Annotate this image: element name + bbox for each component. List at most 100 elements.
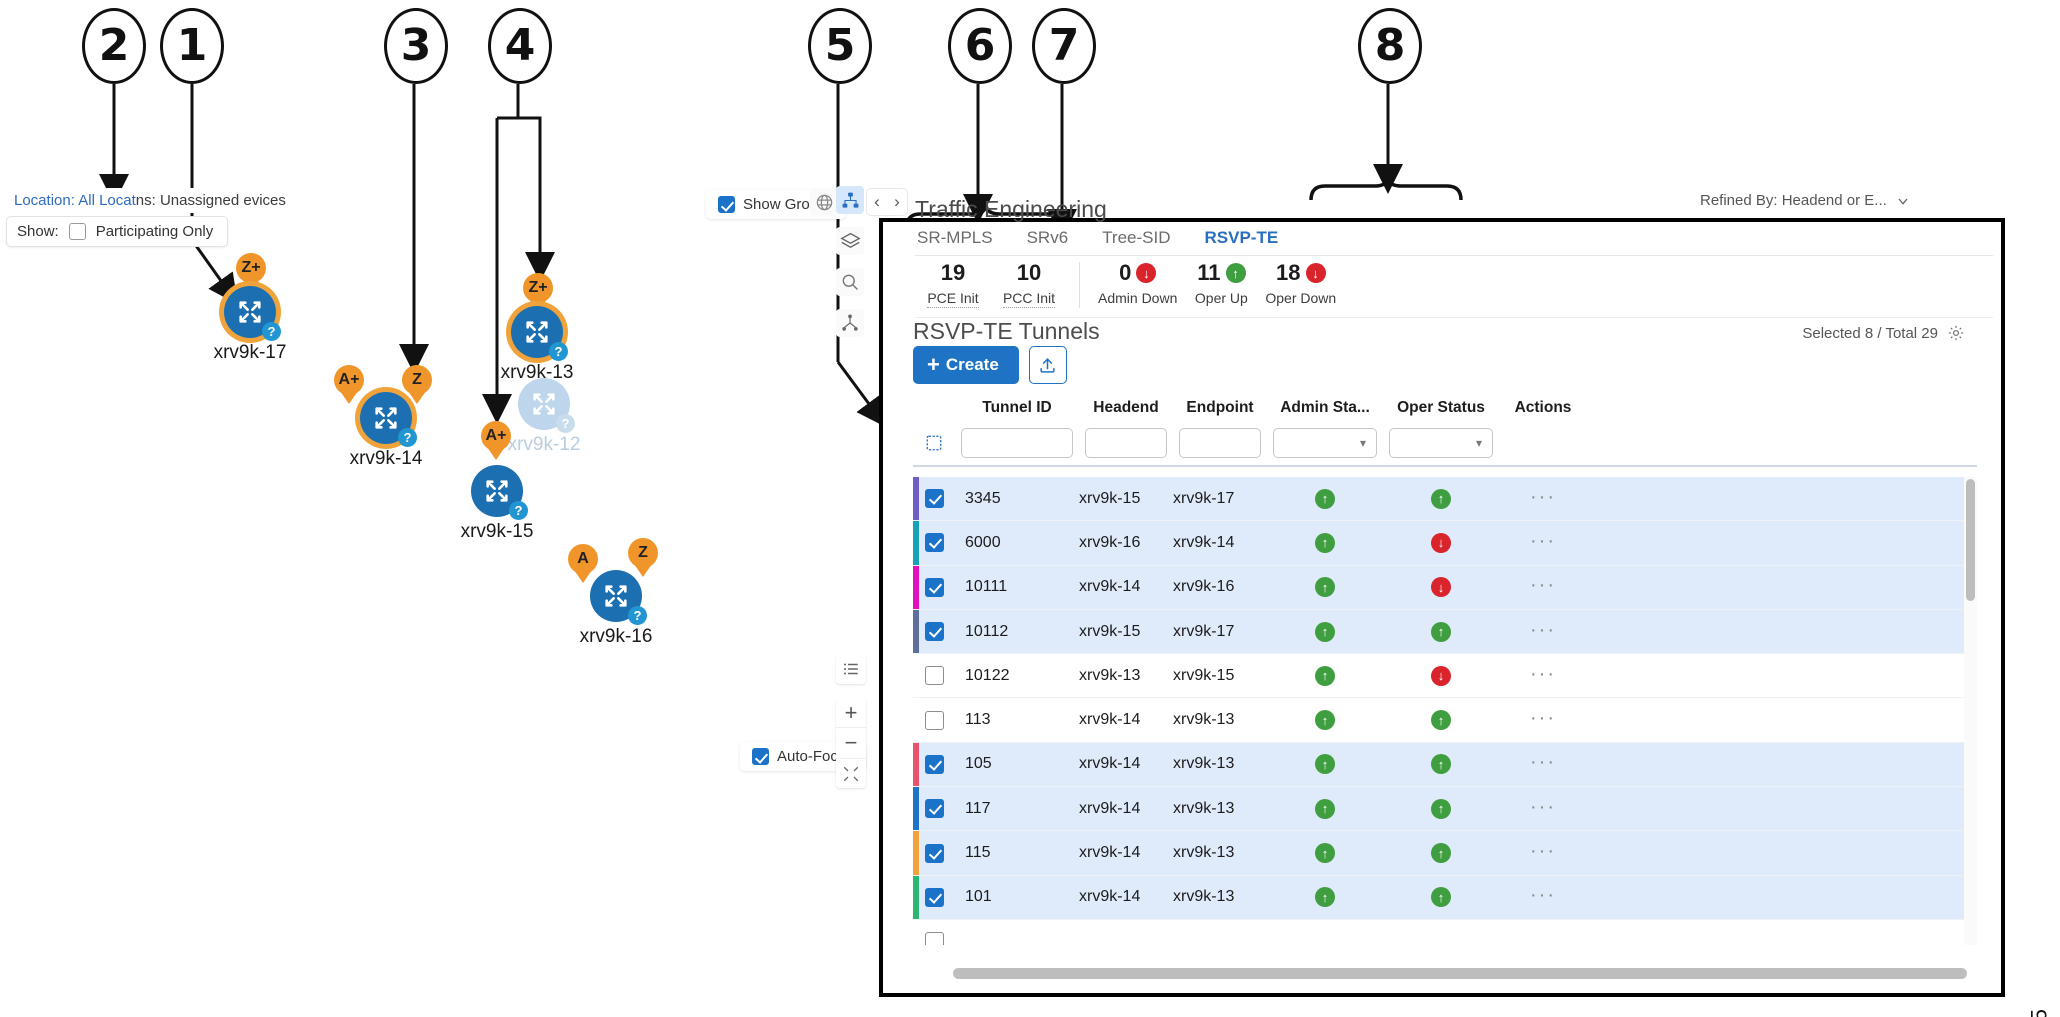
- topology-tree-icon[interactable]: [836, 186, 864, 214]
- node-icon[interactable]: ?: [511, 306, 568, 361]
- row-actions-button[interactable]: ···: [1530, 884, 1556, 906]
- row-checkbox[interactable]: [924, 489, 944, 509]
- row-actions-button[interactable]: ···: [1530, 530, 1556, 552]
- node-icon[interactable]: ?: [590, 570, 647, 625]
- row-checkbox[interactable]: [924, 622, 944, 642]
- node-xrv9k-16[interactable]: A Z ? xrv9k-16: [568, 538, 658, 647]
- topology-tool-rail: [836, 186, 864, 350]
- table-row[interactable]: 10112 xrv9k-15 xrv9k-17 ↑ ↑ ···: [913, 609, 1977, 655]
- export-button[interactable]: [1028, 346, 1067, 384]
- kpi-pce-init[interactable]: 19 PCE Init: [915, 260, 991, 308]
- row-checkbox[interactable]: [924, 843, 944, 863]
- arrow-up-icon: ↑: [1225, 263, 1246, 283]
- row-checkbox[interactable]: [924, 533, 944, 553]
- column-header-headend[interactable]: Headend: [1079, 399, 1173, 422]
- kpi-oper-down[interactable]: 18 ↓ Oper Down: [1259, 260, 1342, 308]
- kpi-admin-down[interactable]: 0 ↓ Admin Down: [1092, 260, 1183, 308]
- node-icon[interactable]: ?: [518, 378, 575, 433]
- pager-prev[interactable]: ‹: [867, 189, 887, 215]
- column-header-oper-status[interactable]: Oper Status: [1383, 399, 1499, 422]
- branch-icon[interactable]: [836, 309, 864, 337]
- fit-icon[interactable]: [836, 758, 866, 788]
- row-actions-button[interactable]: ···: [1530, 574, 1556, 596]
- kpi-oper-up[interactable]: 11 ↑ Oper Up: [1183, 260, 1259, 308]
- cell-tunnel-id: 10112: [965, 622, 1009, 640]
- node-icon[interactable]: ?: [471, 465, 528, 520]
- node-icon[interactable]: ?: [360, 392, 417, 447]
- column-header-tunnel-id[interactable]: Tunnel ID: [955, 399, 1079, 422]
- node-xrv9k-17[interactable]: Z+ ? xrv9k-17: [214, 253, 286, 363]
- table-row[interactable]: 3345 xrv9k-15 xrv9k-17 ↑ ↑ ···: [913, 477, 1977, 522]
- cell-tunnel-id: 117: [965, 799, 991, 817]
- table-row[interactable]: 115 xrv9k-14 xrv9k-13 ↑ ↑ ···: [913, 831, 1977, 876]
- search-icon[interactable]: [836, 268, 864, 296]
- table-row[interactable]: 10122 xrv9k-13 xrv9k-15 ↑ ↓ ···: [913, 654, 1977, 699]
- row-checkbox[interactable]: [924, 799, 944, 819]
- globe-icon[interactable]: [810, 188, 838, 216]
- location-bar[interactable]: Location: All Locatns: Unassigned evices: [6, 188, 294, 213]
- column-header-endpoint[interactable]: Endpoint: [1173, 399, 1267, 422]
- tab-sr-mpls[interactable]: SR-MPLS: [915, 228, 1027, 248]
- row-actions-button[interactable]: ···: [1530, 619, 1556, 641]
- node-xrv9k-14[interactable]: A+ Z ? xrv9k-14: [334, 365, 432, 469]
- table-row[interactable]: 6000 xrv9k-16 xrv9k-14 ↑ ↓ ···: [913, 521, 1977, 566]
- table-row[interactable]: 101 xrv9k-14 xrv9k-13 ↑ ↑ ···: [913, 875, 1977, 920]
- table-row[interactable]: 113 xrv9k-14 xrv9k-13 ↑ ↑ ···: [913, 698, 1977, 743]
- row-actions-button[interactable]: ···: [1530, 751, 1556, 773]
- row-checkbox[interactable]: [924, 754, 944, 774]
- show-groups-checkbox[interactable]: [718, 196, 735, 213]
- list-icon[interactable]: [836, 654, 866, 684]
- row-actions-button[interactable]: ···: [1530, 840, 1556, 862]
- vertical-scrollbar-thumb[interactable]: [1966, 479, 1975, 601]
- node-icon[interactable]: ?: [224, 286, 281, 341]
- row-checkbox[interactable]: [924, 577, 944, 597]
- tab-rsvp-te[interactable]: RSVP-TE: [1204, 228, 1312, 248]
- node-xrv9k-12[interactable]: ? xrv9k-12: [508, 378, 580, 455]
- cell-oper-status: ↑: [1383, 843, 1499, 864]
- horizontal-scrollbar-thumb[interactable]: [953, 968, 1967, 979]
- gear-icon[interactable]: [1947, 324, 1965, 342]
- table-row[interactable]: 105 xrv9k-14 xrv9k-13 ↑ ↑ ···: [913, 742, 1977, 788]
- filter-tunnel-id[interactable]: [961, 428, 1073, 458]
- tab-srv6[interactable]: SRv6: [1027, 228, 1103, 248]
- filter-headend[interactable]: [1085, 428, 1167, 458]
- arrow-up-icon: ↑: [1315, 710, 1335, 731]
- pager-next[interactable]: ›: [887, 189, 907, 215]
- node-pin-label: A+: [481, 421, 511, 451]
- panel-pager[interactable]: ‹ ›: [866, 188, 908, 216]
- location-middle: ns: Unassigned: [135, 192, 240, 209]
- tab-tree-sid[interactable]: Tree-SID: [1102, 228, 1204, 248]
- clear-filter-icon[interactable]: [913, 434, 955, 452]
- callout-number: 7: [1032, 8, 1096, 84]
- row-actions-button[interactable]: ···: [1530, 663, 1556, 685]
- row-checkbox[interactable]: [924, 710, 944, 730]
- row-actions-button[interactable]: ···: [1530, 707, 1556, 729]
- column-header-admin-status[interactable]: Admin Sta...: [1267, 399, 1383, 422]
- row-checkbox[interactable]: [924, 666, 944, 686]
- row-checkbox[interactable]: [924, 932, 944, 945]
- row-checkbox[interactable]: [924, 887, 944, 907]
- node-xrv9k-13[interactable]: Z+ ? xrv9k-13: [501, 273, 573, 383]
- table-row[interactable]: [913, 920, 1977, 945]
- filter-oper-status[interactable]: ▾: [1389, 428, 1493, 458]
- row-actions-button[interactable]: ···: [1530, 796, 1556, 818]
- table-row[interactable]: 10111 xrv9k-14 xrv9k-16 ↑ ↓ ···: [913, 565, 1977, 610]
- layers-icon[interactable]: [836, 227, 864, 255]
- node-xrv9k-15[interactable]: A+ ? xrv9k-15: [461, 421, 533, 542]
- zoom-out-button[interactable]: −: [836, 728, 866, 758]
- refined-by-dropdown[interactable]: Refined By: Headend or E...: [1700, 192, 1911, 209]
- auto-focus-checkbox[interactable]: [752, 748, 769, 765]
- participating-only-checkbox[interactable]: [68, 223, 86, 240]
- cell-headend: xrv9k-14: [1079, 711, 1141, 729]
- kpi-value: 10: [1016, 260, 1042, 285]
- zoom-in-button[interactable]: +: [836, 698, 866, 728]
- create-button[interactable]: + Create: [913, 346, 1019, 384]
- filter-admin-status[interactable]: ▾: [1273, 428, 1377, 458]
- cell-oper-status: ↑: [1383, 621, 1499, 642]
- row-actions-button[interactable]: ···: [1530, 486, 1556, 508]
- kpi-pcc-init[interactable]: 10 PCC Init: [991, 260, 1067, 308]
- filter-endpoint[interactable]: [1179, 428, 1261, 458]
- table-row[interactable]: 117 xrv9k-14 xrv9k-13 ↑ ↑ ···: [913, 787, 1977, 832]
- location-link[interactable]: All Locat: [78, 192, 136, 209]
- kpi-label: Admin Down: [1098, 290, 1178, 306]
